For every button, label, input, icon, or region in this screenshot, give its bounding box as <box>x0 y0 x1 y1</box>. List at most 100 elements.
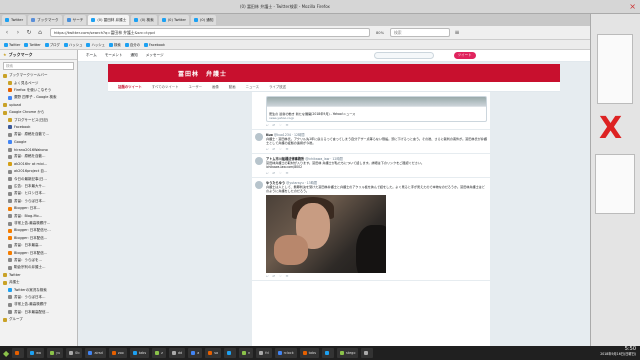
back-icon[interactable]: ‹ <box>3 29 11 37</box>
forward-icon[interactable]: › <box>14 29 22 37</box>
tweet-link[interactable]: ichikawa-law.com/8002 <box>266 165 487 169</box>
taskbar-item[interactable]: stego <box>337 348 359 358</box>
avatar[interactable] <box>255 133 263 141</box>
taskbar-item[interactable]: yu <box>47 348 64 358</box>
taskbar-item[interactable]: wa <box>27 348 45 358</box>
sidebar-item[interactable]: ak2016project 自… <box>0 168 77 175</box>
sidebar-item[interactable]: ak2016hr at mixi… <box>0 161 77 168</box>
tweet[interactable]: アトム市川船橋法律事務所 @ichikawa_law · 12時間 冨田林弁護士の… <box>252 154 490 178</box>
filter-tab[interactable]: 画像 <box>212 84 219 89</box>
search-input[interactable]: 検索 <box>390 28 450 37</box>
like-icon[interactable]: ♡ <box>279 147 286 151</box>
bookmark-toolbar-item[interactable]: ブログ <box>44 42 60 47</box>
tab-3[interactable]: (0) 冨田林 弁護士 <box>88 15 130 25</box>
sidebar-item[interactable]: 今日の最新記事(日… <box>0 175 77 182</box>
avatar[interactable] <box>255 156 263 165</box>
sidebar-item[interactable]: グループ <box>0 316 77 323</box>
taskbar-item[interactable]: tabs <box>129 348 150 358</box>
zoom-level[interactable]: 80% <box>376 31 384 35</box>
tweet-photo[interactable] <box>266 195 386 274</box>
nav-notifications[interactable]: 通知 <box>131 53 138 58</box>
sidebar-item[interactable]: 書留：ヒロシ日本… <box>0 190 77 197</box>
sidebar-item[interactable]: 廣野 四季子 - Google 検索 <box>0 94 77 101</box>
sidebar-item[interactable]: 書留：うらば日本… <box>0 198 77 205</box>
twitter-search-input[interactable] <box>373 52 434 59</box>
sidebar-item[interactable]: Blogger: 日本… <box>0 205 77 212</box>
taskbar-item[interactable]: n <box>239 348 254 358</box>
home-icon[interactable]: ⌂ <box>36 29 44 37</box>
sidebar-item[interactable]: Facebook <box>0 124 77 131</box>
bookmark-toolbar-item[interactable]: Facebook <box>144 42 165 47</box>
sidebar-item[interactable]: 広告：日本最大サ… <box>0 183 77 190</box>
taskbar-item[interactable]: 0b <box>66 348 83 358</box>
window-close-icon[interactable]: × <box>629 2 636 11</box>
like-icon[interactable]: ♡ <box>279 171 286 175</box>
tab-4[interactable]: (0) 検索 <box>131 15 157 25</box>
message-icon[interactable]: ✉ <box>286 147 293 151</box>
sidebar-item[interactable]: hirano2016Wakono <box>0 146 77 153</box>
tweet-button[interactable]: ツイート <box>453 52 476 59</box>
taskbar-item[interactable]: fd <box>256 348 272 358</box>
taskbar-item[interactable]: airsd <box>85 348 106 358</box>
sidebar-item[interactable]: Blogger: 日本配信… <box>0 249 77 256</box>
taskbar-item[interactable]: rclock <box>274 348 297 358</box>
message-icon[interactable]: ✉ <box>286 171 293 175</box>
sidebar-item[interactable]: Blogger: 日本配信… <box>0 235 77 242</box>
sidebar-item[interactable]: Twitterの実況な検索 <box>0 286 77 293</box>
nav-home[interactable]: ホーム <box>86 53 97 58</box>
taskbar-item[interactable] <box>12 348 25 358</box>
tweet[interactable]: 更生の 最新の動き 新たな展開(2018年9月) - Yahoo!ニュース new… <box>252 92 490 130</box>
url-bar[interactable]: https://twitter.com/search?q=冨田林 弁護士&src… <box>50 28 370 37</box>
filter-tab[interactable]: 話題のツイート <box>118 84 142 89</box>
sidebar-item[interactable]: Blogger: 日本配信セ… <box>0 227 77 234</box>
sidebar-item[interactable]: 書留：原稿を自動で… <box>0 131 77 138</box>
taskbar-item[interactable]: z <box>152 348 166 358</box>
tab-6[interactable]: (0) 通知 <box>191 15 217 25</box>
sidebar-item[interactable]: ブックマークツールバー <box>0 72 77 79</box>
taskbar-item[interactable] <box>322 348 334 358</box>
filter-tab[interactable]: ユーザー <box>189 84 203 89</box>
sidebar-item[interactable]: 駒倉宗利の弁護士… <box>0 264 77 271</box>
tweet[interactable]: ゆうたらゆう @yutarayu · 13時間 弁護士は人として、無罪判決を受けた… <box>252 178 490 282</box>
bookmark-toolbar-item[interactable]: 検索 <box>109 42 121 47</box>
nav-messages[interactable]: メッセージ <box>146 53 164 58</box>
filter-tab[interactable]: ニュース <box>246 84 259 89</box>
message-icon[interactable]: ✉ <box>286 274 293 278</box>
sidebar-item[interactable]: 書留：うらば日本… <box>0 294 77 301</box>
tweet[interactable]: Kuo @kuo1234 · 12時間 弁護士・冨田林氏。アクリル先1年に戻らるっ… <box>252 130 490 154</box>
sidebar-item[interactable]: Google <box>0 139 77 146</box>
sidebar-item[interactable]: ブログサービス(日記) <box>0 116 77 123</box>
link-card[interactable]: 更生の 最新の動き 新たな展開(2018年9月) - Yahoo!ニュース new… <box>266 96 487 122</box>
nav-moments[interactable]: モーメント <box>105 53 123 58</box>
sidebar-item[interactable]: 弁護士 <box>0 279 77 286</box>
avatar[interactable] <box>255 180 263 189</box>
sidebar-item[interactable]: 書留：原稿を自動… <box>0 153 77 160</box>
bookmark-toolbar-item[interactable]: 自分の <box>124 42 140 47</box>
taskbar-item[interactable]: dd <box>168 348 186 358</box>
taskbar-item[interactable] <box>361 348 374 358</box>
filter-tab[interactable]: すべてのツイート <box>152 84 179 89</box>
tab-5[interactable]: (0) Twitter <box>158 15 190 25</box>
sidebar-item[interactable]: upload <box>0 102 77 109</box>
taskbar-clock[interactable]: 5:50 2018年9月16日(日曜日) <box>596 346 636 360</box>
sidebar-item[interactable]: よく見るページ <box>0 79 77 86</box>
filter-tab[interactable]: ライブ放送 <box>269 84 286 89</box>
bookmark-toolbar-item[interactable]: Twitter <box>24 42 41 47</box>
taskbar-item[interactable]: tabs <box>299 348 319 358</box>
tab-0[interactable]: Twitter <box>2 15 27 25</box>
bookmark-toolbar-item[interactable]: ハッシュ <box>63 42 82 47</box>
like-icon[interactable]: ♡ <box>279 274 286 278</box>
filter-tab[interactable]: 動画 <box>229 84 236 89</box>
taskbar-item[interactable] <box>224 348 237 358</box>
sidebar-search-input[interactable]: 検索 <box>3 62 74 70</box>
sidebar-item[interactable]: 非常上告-最高検察庁… <box>0 220 77 227</box>
tab-2[interactable]: サーチ <box>63 15 87 25</box>
sidebar-item[interactable]: 非常上告-最高検察庁 <box>0 301 77 308</box>
bookmark-toolbar-item[interactable]: ハッシュ <box>86 42 105 47</box>
menu-icon[interactable]: ≡ <box>453 29 461 37</box>
taskbar-item[interactable]: a <box>188 348 203 358</box>
bookmark-toolbar-item[interactable]: Twitter <box>4 42 20 47</box>
sidebar-item[interactable]: Twitter <box>0 272 77 279</box>
taskbar-item[interactable]: sa <box>205 348 222 358</box>
sidebar-item[interactable]: 書留：日本最高… <box>0 242 77 249</box>
